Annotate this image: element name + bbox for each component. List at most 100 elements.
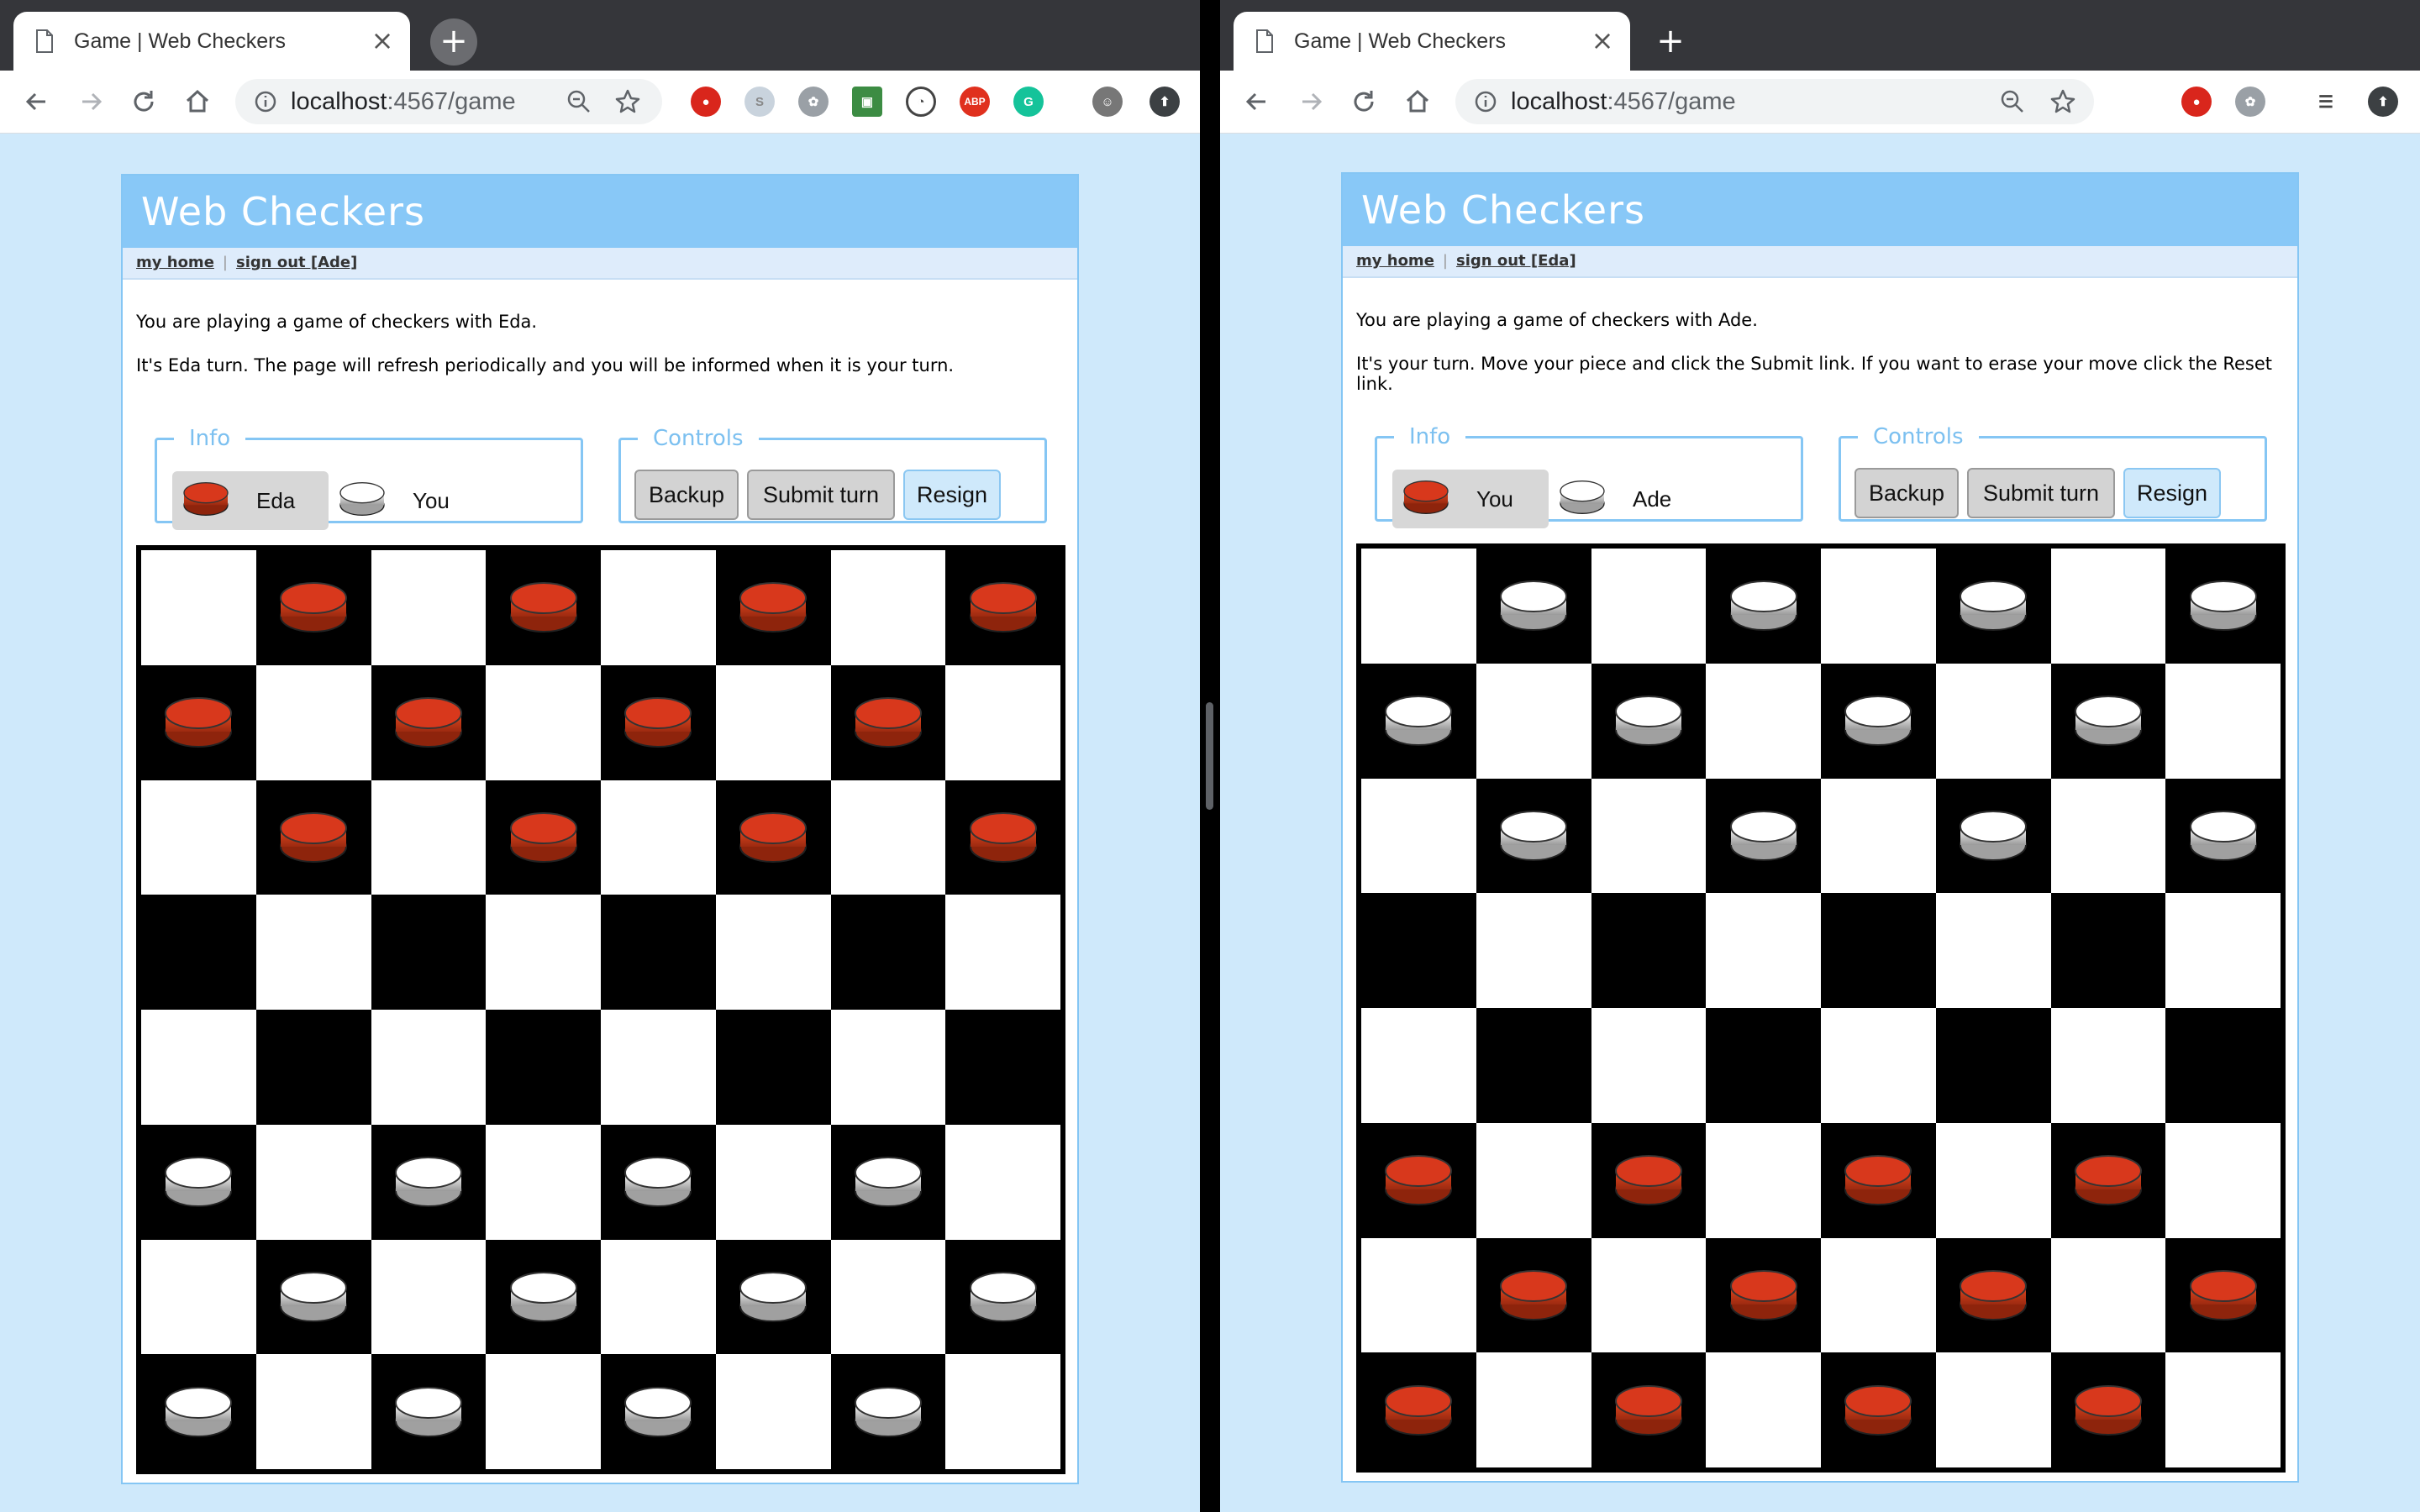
board-square-0-5[interactable] xyxy=(1935,549,2051,664)
white-piece[interactable] xyxy=(853,1154,923,1210)
board-square-5-7[interactable] xyxy=(945,1124,1060,1240)
address-bar[interactable]: localhost:4567/game xyxy=(1455,79,2094,124)
board-square-2-6[interactable] xyxy=(2050,778,2166,894)
board-square-4-4[interactable] xyxy=(601,1010,716,1125)
white-piece[interactable] xyxy=(1958,578,2028,633)
white-piece[interactable] xyxy=(968,1269,1039,1325)
board-square-3-0[interactable] xyxy=(141,895,256,1010)
zoom-icon[interactable] xyxy=(565,87,593,116)
red-piece[interactable] xyxy=(1383,1383,1454,1438)
board-square-3-2[interactable] xyxy=(371,895,487,1010)
board-square-3-7[interactable] xyxy=(945,895,1060,1010)
red-piece[interactable] xyxy=(278,580,349,635)
board-square-7-5[interactable] xyxy=(1935,1352,2051,1467)
address-bar[interactable]: localhost:4567/game xyxy=(235,79,662,124)
board-square-5-5[interactable] xyxy=(715,1124,831,1240)
red-piece[interactable] xyxy=(1383,1152,1454,1208)
board-square-0-4[interactable] xyxy=(1821,549,1936,664)
board-square-5-2[interactable] xyxy=(371,1124,487,1240)
my-home-link[interactable]: my home xyxy=(136,254,214,271)
white-piece[interactable] xyxy=(2188,808,2259,864)
board-square-5-6[interactable] xyxy=(830,1124,946,1240)
board-square-0-4[interactable] xyxy=(601,550,716,665)
red-piece[interactable] xyxy=(393,695,464,750)
board-square-4-6[interactable] xyxy=(830,1010,946,1125)
forward-icon[interactable] xyxy=(72,82,111,121)
new-tab-button[interactable]: + xyxy=(430,18,477,66)
board-square-6-1[interactable] xyxy=(255,1239,371,1355)
forward-icon[interactable] xyxy=(1292,82,1331,121)
board-square-3-5[interactable] xyxy=(715,895,831,1010)
board-square-3-6[interactable] xyxy=(2050,893,2166,1008)
board-square-1-0[interactable] xyxy=(1361,663,1476,779)
photo-icon[interactable]: ▣ xyxy=(852,87,882,117)
board-square-0-1[interactable] xyxy=(1476,549,1591,664)
board-square-2-7[interactable] xyxy=(2165,778,2281,894)
red-piece[interactable] xyxy=(1843,1152,1913,1208)
white-piece[interactable] xyxy=(163,1154,234,1210)
board-square-3-0[interactable] xyxy=(1361,893,1476,1008)
board-square-6-2[interactable] xyxy=(371,1239,487,1355)
media-icon[interactable]: ☰ xyxy=(2311,87,2341,117)
board-square-2-2[interactable] xyxy=(371,780,487,895)
red-piece[interactable] xyxy=(968,580,1039,635)
board-square-5-7[interactable] xyxy=(2165,1122,2281,1238)
board-square-3-2[interactable] xyxy=(1591,893,1707,1008)
board-square-4-3[interactable] xyxy=(486,1010,601,1125)
board-square-5-0[interactable] xyxy=(1361,1122,1476,1238)
star-icon[interactable] xyxy=(613,87,642,116)
extension-icon[interactable]: ✿ xyxy=(2235,87,2265,117)
star-icon[interactable] xyxy=(2049,87,2077,116)
board-square-7-3[interactable] xyxy=(1706,1352,1821,1467)
white-piece[interactable] xyxy=(738,1269,808,1325)
board-square-3-6[interactable] xyxy=(830,895,946,1010)
board-square-3-4[interactable] xyxy=(601,895,716,1010)
board-square-1-6[interactable] xyxy=(830,664,946,780)
board-square-4-7[interactable] xyxy=(2165,1008,2281,1123)
board-square-5-4[interactable] xyxy=(1821,1122,1936,1238)
red-piece[interactable] xyxy=(1843,1383,1913,1438)
board-square-1-3[interactable] xyxy=(486,664,601,780)
board-square-3-1[interactable] xyxy=(1476,893,1591,1008)
board-square-3-3[interactable] xyxy=(486,895,601,1010)
new-tab-button[interactable]: + xyxy=(1647,18,1694,66)
info-icon[interactable] xyxy=(1474,90,1497,113)
white-piece[interactable] xyxy=(2188,578,2259,633)
info-icon[interactable] xyxy=(254,90,277,113)
ublock-icon[interactable]: ● xyxy=(691,87,721,117)
board-square-5-3[interactable] xyxy=(486,1124,601,1240)
red-piece[interactable] xyxy=(2073,1152,2144,1208)
red-piece[interactable] xyxy=(1498,1268,1569,1323)
board-square-6-7[interactable] xyxy=(2165,1237,2281,1353)
browser-tab[interactable]: Game | Web Checkers × xyxy=(13,12,410,71)
board-square-1-1[interactable] xyxy=(1476,663,1591,779)
board-square-1-7[interactable] xyxy=(2165,663,2281,779)
board-square-0-5[interactable] xyxy=(715,550,831,665)
profile-icon[interactable]: ☺ xyxy=(1092,87,1123,117)
board-square-7-3[interactable] xyxy=(486,1354,601,1469)
back-icon[interactable] xyxy=(17,82,55,121)
white-piece[interactable] xyxy=(393,1384,464,1440)
update-icon[interactable]: ⬆ xyxy=(2368,87,2398,117)
white-piece[interactable] xyxy=(1728,808,1799,864)
reload-icon[interactable] xyxy=(1344,82,1383,121)
backup-button[interactable]: Backup xyxy=(1854,468,1959,518)
board-square-2-0[interactable] xyxy=(1361,778,1476,894)
board-square-1-2[interactable] xyxy=(371,664,487,780)
board-square-6-7[interactable] xyxy=(945,1239,1060,1355)
board-square-1-2[interactable] xyxy=(1591,663,1707,779)
board-square-1-4[interactable] xyxy=(601,664,716,780)
red-piece[interactable] xyxy=(1728,1268,1799,1323)
board-square-2-6[interactable] xyxy=(830,780,946,895)
board-square-2-5[interactable] xyxy=(1935,778,2051,894)
white-piece[interactable] xyxy=(163,1384,234,1440)
board-square-6-2[interactable] xyxy=(1591,1237,1707,1353)
ublock-icon[interactable]: ● xyxy=(2181,87,2212,117)
board-square-2-2[interactable] xyxy=(1591,778,1707,894)
board-square-1-0[interactable] xyxy=(141,664,256,780)
board-square-3-5[interactable] xyxy=(1935,893,2051,1008)
board-square-4-1[interactable] xyxy=(255,1010,371,1125)
red-piece[interactable] xyxy=(278,810,349,865)
board-square-7-4[interactable] xyxy=(1821,1352,1936,1467)
red-piece[interactable] xyxy=(163,695,234,750)
